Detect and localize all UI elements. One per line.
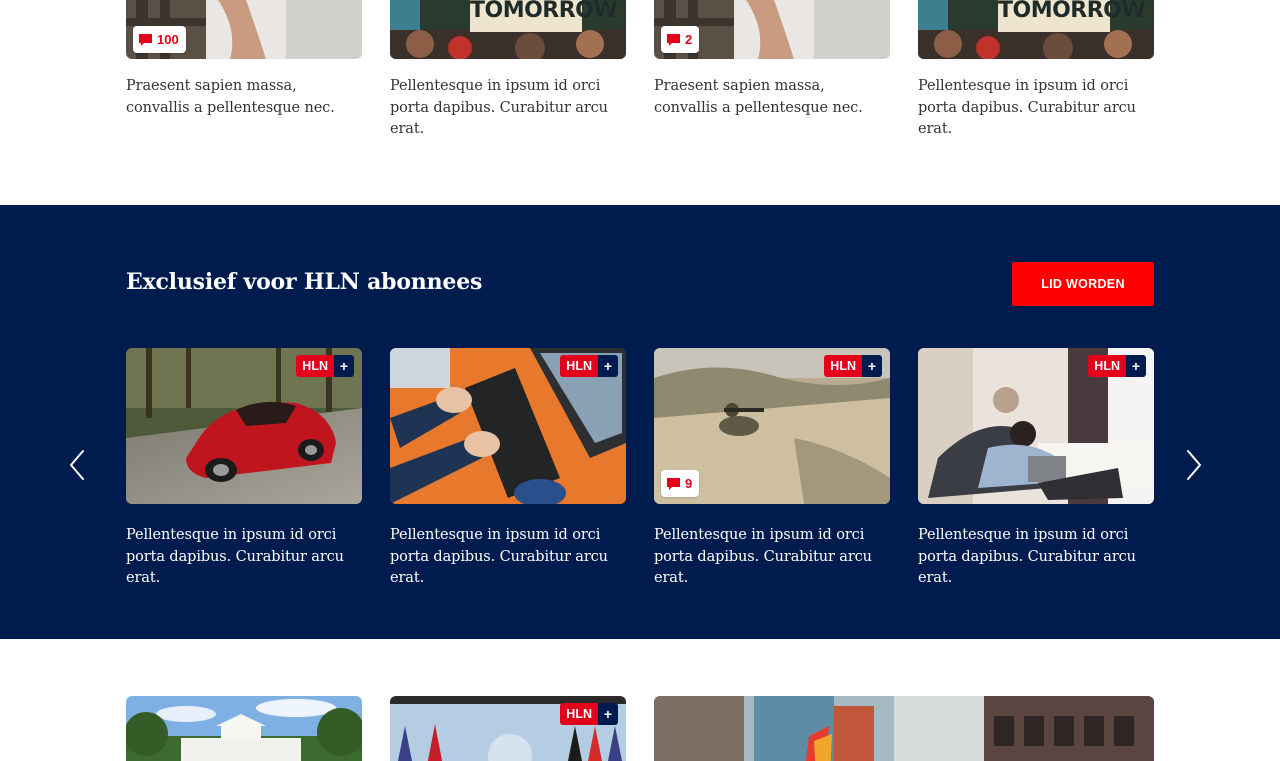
- carousel-next-button[interactable]: [1182, 448, 1206, 482]
- hln-label: HLN: [560, 703, 598, 725]
- hln-label: HLN: [824, 355, 862, 377]
- article-title[interactable]: Pellentesque in ipsum id orci porta dapi…: [918, 525, 1154, 590]
- hln-label: HLN: [296, 355, 334, 377]
- comment-count-badge[interactable]: 100: [133, 26, 186, 53]
- comment-icon: [667, 477, 680, 490]
- premium-section-title: Exclusief voor HLN abonnees: [126, 269, 483, 295]
- top-articles-row: 100 Praesent sapien massa, convallis a p…: [0, 0, 1280, 205]
- comment-count: 2: [685, 32, 693, 47]
- comment-icon: [139, 33, 152, 46]
- plus-icon: +: [862, 355, 882, 377]
- premium-section: Exclusief voor HLN abonnees LID WORDEN H…: [0, 205, 1280, 639]
- chevron-left-icon: [70, 450, 84, 480]
- plus-icon: +: [598, 355, 618, 377]
- hln-plus-badge: HLN +: [560, 355, 618, 377]
- hln-plus-badge: HLN +: [1088, 355, 1146, 377]
- hln-label: HLN: [560, 355, 598, 377]
- plus-icon: +: [1126, 355, 1146, 377]
- protest-sign-text: TOMORROW: [998, 0, 1146, 23]
- carousel-prev-button[interactable]: [65, 448, 89, 482]
- article-title[interactable]: Pellentesque in ipsum id orci porta dapi…: [918, 76, 1154, 141]
- comment-count: 9: [685, 476, 693, 491]
- article-image-white-house[interactable]: [126, 696, 362, 761]
- comment-count-badge[interactable]: 9: [661, 470, 700, 497]
- hln-plus-badge: HLN +: [824, 355, 882, 377]
- article-title[interactable]: Praesent sapien massa, convallis a pelle…: [654, 76, 890, 119]
- comment-count: 100: [157, 32, 179, 47]
- article-title[interactable]: Pellentesque in ipsum id orci porta dapi…: [390, 76, 626, 141]
- plus-icon: +: [334, 355, 354, 377]
- article-title[interactable]: Pellentesque in ipsum id orci porta dapi…: [654, 525, 890, 590]
- protest-sign-text: TOMORROW: [470, 0, 618, 23]
- article-title[interactable]: Pellentesque in ipsum id orci porta dapi…: [126, 525, 362, 590]
- comment-icon: [667, 33, 680, 46]
- chevron-right-icon: [1187, 450, 1201, 480]
- bottom-articles-row: HLN +: [0, 639, 1280, 761]
- article-title[interactable]: Praesent sapien massa, convallis a pelle…: [126, 76, 362, 119]
- article-image-rainbow-flags[interactable]: [654, 696, 1154, 761]
- article-image-protest[interactable]: TOMORROW: [918, 0, 1154, 59]
- hln-plus-badge: HLN +: [560, 703, 618, 725]
- hln-label: HLN: [1088, 355, 1126, 377]
- hln-plus-badge: HLN +: [296, 355, 354, 377]
- plus-icon: +: [598, 703, 618, 725]
- article-image-protest[interactable]: TOMORROW: [390, 0, 626, 59]
- become-member-button[interactable]: LID WORDEN: [1012, 262, 1154, 306]
- article-title[interactable]: Pellentesque in ipsum id orci porta dapi…: [390, 525, 626, 590]
- comment-count-badge[interactable]: 2: [661, 26, 700, 53]
